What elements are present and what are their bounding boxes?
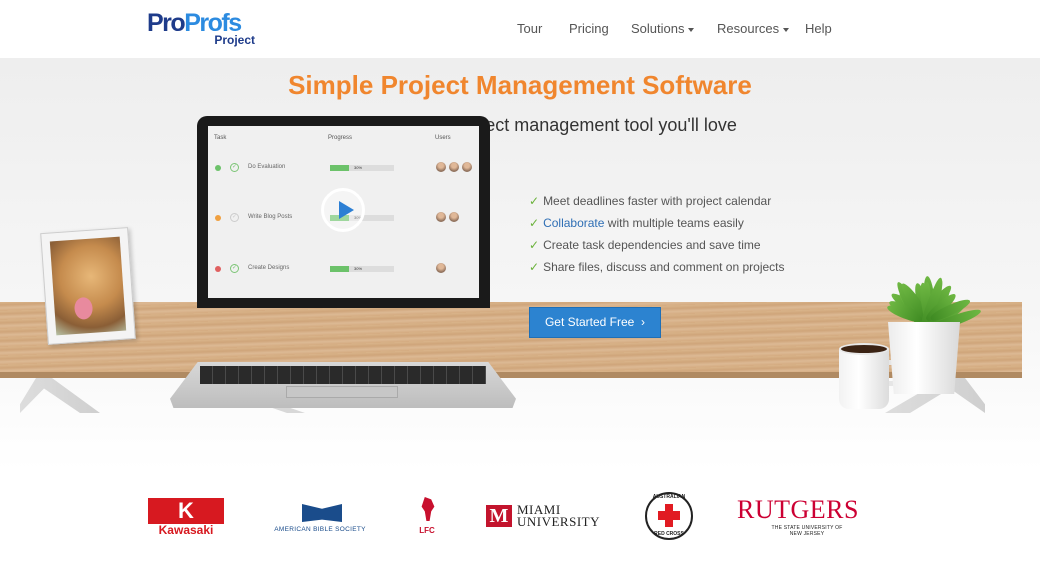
red-cross-logo-text-bottom: RED CROSS xyxy=(654,531,684,537)
chevron-right-icon: › xyxy=(641,315,646,329)
nav-solutions[interactable]: Solutions xyxy=(631,21,695,36)
dog-photo xyxy=(49,236,127,336)
check-icon: ✓ xyxy=(230,163,239,172)
kawasaki-logo-icon: K xyxy=(148,498,224,524)
progress-label: 30% xyxy=(354,165,363,170)
app-preview-video[interactable]: Task Progress Users ✓ Do Evaluation 30% … xyxy=(208,126,479,298)
rutgers-logo-subtitle: THE STATE UNIVERSITY OF NEW JERSEY xyxy=(771,525,843,537)
status-dot xyxy=(215,266,221,272)
progress-fill xyxy=(330,165,350,171)
avatar xyxy=(436,263,446,273)
avatar xyxy=(449,212,459,222)
avatar xyxy=(462,162,472,172)
avatar xyxy=(436,162,446,172)
progress-bar: 30% xyxy=(330,165,394,171)
proprofs-project-logo[interactable]: ProProfs Project xyxy=(147,9,259,49)
logo-product-name: Project xyxy=(214,33,255,47)
hero-section: Simple Project Management Software Easy … xyxy=(0,58,1040,471)
coffee-mug xyxy=(839,346,889,409)
nav-tour[interactable]: Tour xyxy=(517,21,542,36)
site-header: ProProfs Project Tour Pricing Solutions … xyxy=(0,0,1040,58)
play-button[interactable] xyxy=(321,188,365,232)
column-header-progress: Progress xyxy=(328,135,353,141)
task-name: Write Blog Posts xyxy=(248,214,293,220)
check-icon: ✓ xyxy=(230,264,239,273)
nav-pricing[interactable]: Pricing xyxy=(569,21,609,36)
check-icon: ✓ xyxy=(230,213,239,222)
progress-label: 30% xyxy=(354,266,363,271)
avatar xyxy=(449,162,459,172)
miami-university-logo-icon: M xyxy=(486,505,512,527)
check-icon: ✓ xyxy=(529,260,540,274)
check-icon: ✓ xyxy=(529,216,540,230)
task-name: Do Evaluation xyxy=(248,164,286,170)
task-name: Create Designs xyxy=(248,265,290,271)
kawasaki-logo-text: Kawasaki xyxy=(158,523,214,537)
play-icon xyxy=(339,201,354,219)
nav-help[interactable]: Help xyxy=(805,21,832,36)
check-icon: ✓ xyxy=(529,238,540,252)
plant-pot xyxy=(888,322,960,394)
column-header-users: Users xyxy=(435,135,451,141)
hero-title: Simple Project Management Software xyxy=(288,70,752,100)
collaborate-link[interactable]: Collaborate xyxy=(543,216,604,230)
get-started-free-button[interactable]: Get Started Free › xyxy=(529,307,661,338)
red-cross-icon xyxy=(665,504,673,527)
progress-bar: 30% xyxy=(330,266,394,272)
miami-university-logo-text: MIAMI UNIVERSITY xyxy=(517,502,600,529)
coffee-surface xyxy=(839,343,889,355)
bible-society-logo-text: AMERICAN BIBLE SOCIETY xyxy=(274,526,366,533)
laptop-touchpad xyxy=(286,386,398,398)
column-header-task: Task xyxy=(214,135,227,141)
dog-photo-frame xyxy=(40,227,136,345)
progress-fill xyxy=(330,266,350,272)
dog-tongue xyxy=(73,296,94,320)
feature-item: ✓ Share files, discuss and comment on pro… xyxy=(529,260,785,274)
task-row: ✓ Create Designs 30% xyxy=(208,260,479,280)
feature-item: ✓ Create task dependencies and save time xyxy=(529,238,761,252)
task-row: ✓ Do Evaluation 30% xyxy=(208,159,479,179)
hero-subtitle: Easy to use online project management to… xyxy=(303,115,737,135)
laptop-keyboard xyxy=(200,366,486,384)
feature-item: ✓ Meet deadlines faster with project cale… xyxy=(529,194,772,208)
check-icon: ✓ xyxy=(529,194,540,208)
liverpool-logo-text: LFC xyxy=(419,526,435,535)
rutgers-logo-text: RUTGERS xyxy=(737,495,859,524)
nav-resources[interactable]: Resources xyxy=(717,21,790,36)
laptop-screen: Task Progress Users ✓ Do Evaluation 30% … xyxy=(197,116,490,308)
status-dot xyxy=(215,165,221,171)
status-dot xyxy=(215,215,221,221)
chevron-down-icon xyxy=(688,27,695,32)
chevron-down-icon xyxy=(783,27,790,32)
red-cross-logo-text-top: AUSTRALIAN xyxy=(652,494,686,500)
avatar xyxy=(436,212,446,222)
feature-item: ✓ Collaborate with multiple teams easily xyxy=(529,216,744,230)
